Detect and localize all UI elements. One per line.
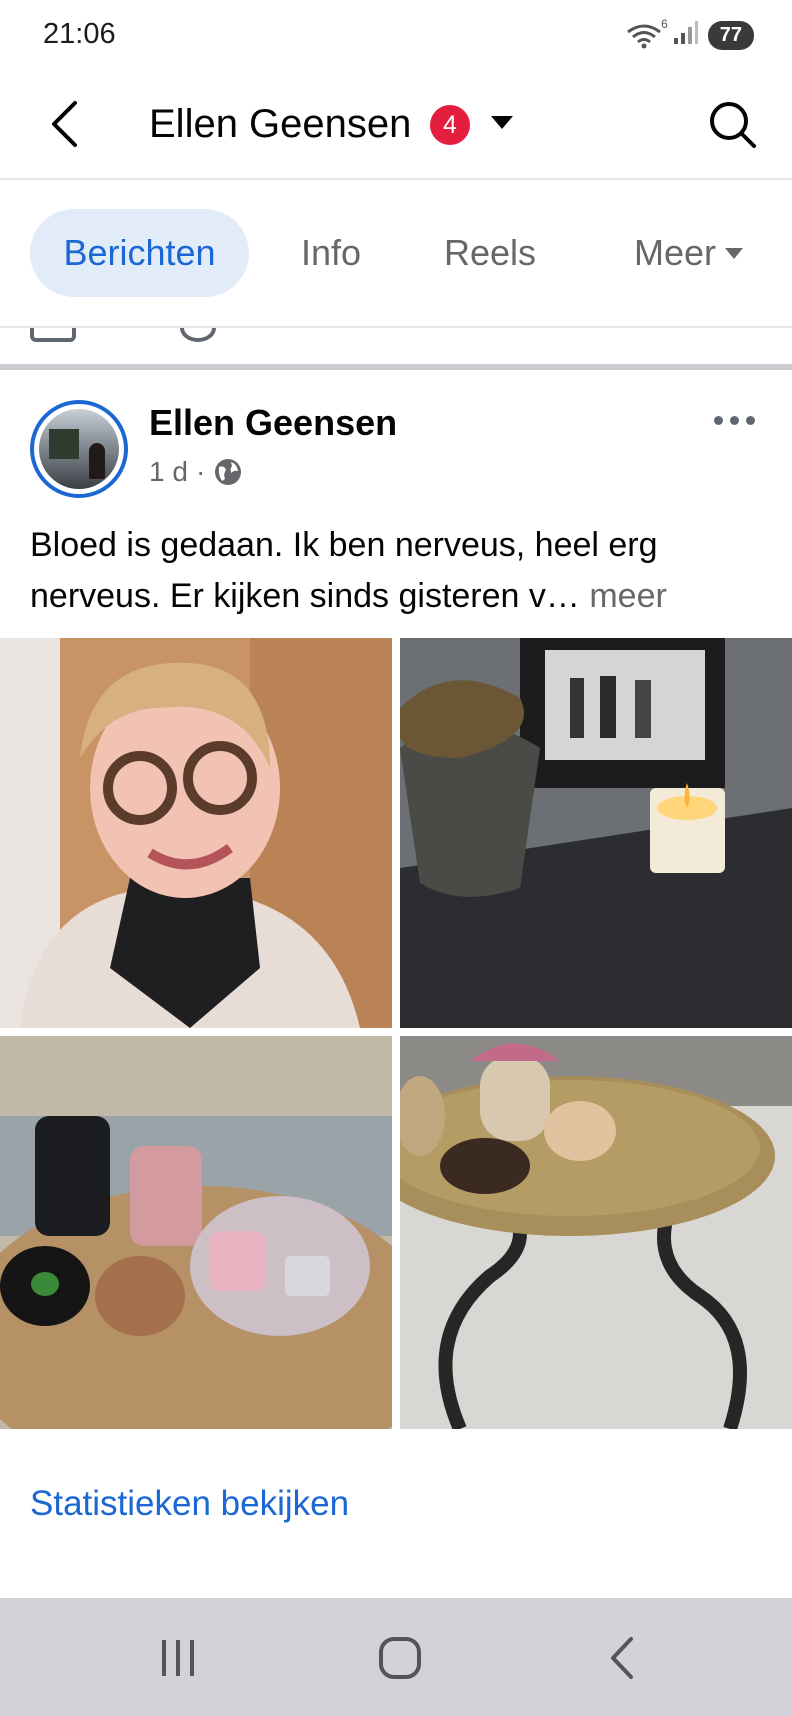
search-icon	[710, 102, 756, 148]
globe-icon	[215, 459, 242, 485]
scrolled-action-row	[0, 328, 792, 364]
tab-info[interactable]: Info	[296, 209, 366, 297]
dot	[745, 415, 755, 425]
home-button[interactable]	[360, 1628, 440, 1688]
photo-tray[interactable]	[0, 1036, 392, 1429]
tab-meer-label: Meer	[633, 232, 717, 273]
recent-apps-icon	[162, 1640, 194, 1676]
post-meta: 1 d ·	[149, 456, 243, 488]
photo-selfie[interactable]	[0, 638, 392, 1028]
system-back-button[interactable]	[582, 1628, 662, 1688]
home-icon	[379, 1637, 421, 1679]
status-bar: 21:06 6 77	[0, 0, 792, 72]
chevron-left-icon	[52, 101, 77, 147]
photo-selfie-woman-glasses-icon	[0, 638, 392, 1028]
dot	[729, 415, 739, 425]
status-time: 21:06	[43, 18, 116, 50]
post-body: Bloed is gedaan. Ik ben nerveus, heel er…	[30, 526, 658, 615]
notification-badge[interactable]: 4	[430, 105, 470, 145]
back-button[interactable]	[36, 96, 92, 152]
page-header: Ellen Geensen 4	[0, 72, 792, 180]
avatar[interactable]	[30, 400, 128, 498]
status-icons: 6 77	[626, 17, 754, 51]
chevron-left-icon	[611, 1637, 633, 1679]
caret-down-icon[interactable]	[490, 114, 514, 135]
post-text: Bloed is gedaan. Ik ben nerveus, heel er…	[30, 520, 770, 622]
search-button[interactable]	[704, 96, 762, 154]
page-title[interactable]: Ellen Geensen	[149, 102, 411, 147]
post-time[interactable]: 1 d	[149, 456, 188, 488]
dot	[713, 415, 723, 425]
photo-candles-coasters-tray-icon	[0, 1036, 392, 1429]
battery-icon: 77	[707, 21, 754, 50]
tab-reels[interactable]: Reels	[440, 209, 540, 297]
wifi-badge: 6	[661, 16, 668, 31]
section-divider	[0, 364, 792, 370]
system-nav-bar	[0, 1598, 792, 1716]
post-author[interactable]: Ellen Geensen	[149, 402, 397, 444]
see-more-link[interactable]: meer	[589, 577, 666, 615]
photo-table[interactable]	[400, 1036, 792, 1429]
view-insights-link[interactable]: Statistieken bekijken	[30, 1484, 349, 1524]
photo-candle[interactable]	[400, 638, 792, 1028]
caret-down-icon	[725, 247, 744, 259]
avatar-photo	[39, 409, 119, 489]
wifi-icon: 6	[626, 17, 668, 49]
photo-coffee-table-rug-icon	[400, 1036, 792, 1429]
tab-berichten[interactable]: Berichten	[30, 209, 249, 297]
post-options-button[interactable]	[704, 400, 764, 440]
signal-icon	[672, 20, 698, 51]
profile-tabs: Berichten Info Reels Meer	[0, 180, 792, 328]
tab-meer[interactable]: Meer	[614, 209, 764, 297]
photo-plant-candle-frame-icon	[400, 638, 792, 1028]
recent-apps-button[interactable]	[138, 1628, 218, 1688]
meta-separator: ·	[195, 456, 206, 487]
